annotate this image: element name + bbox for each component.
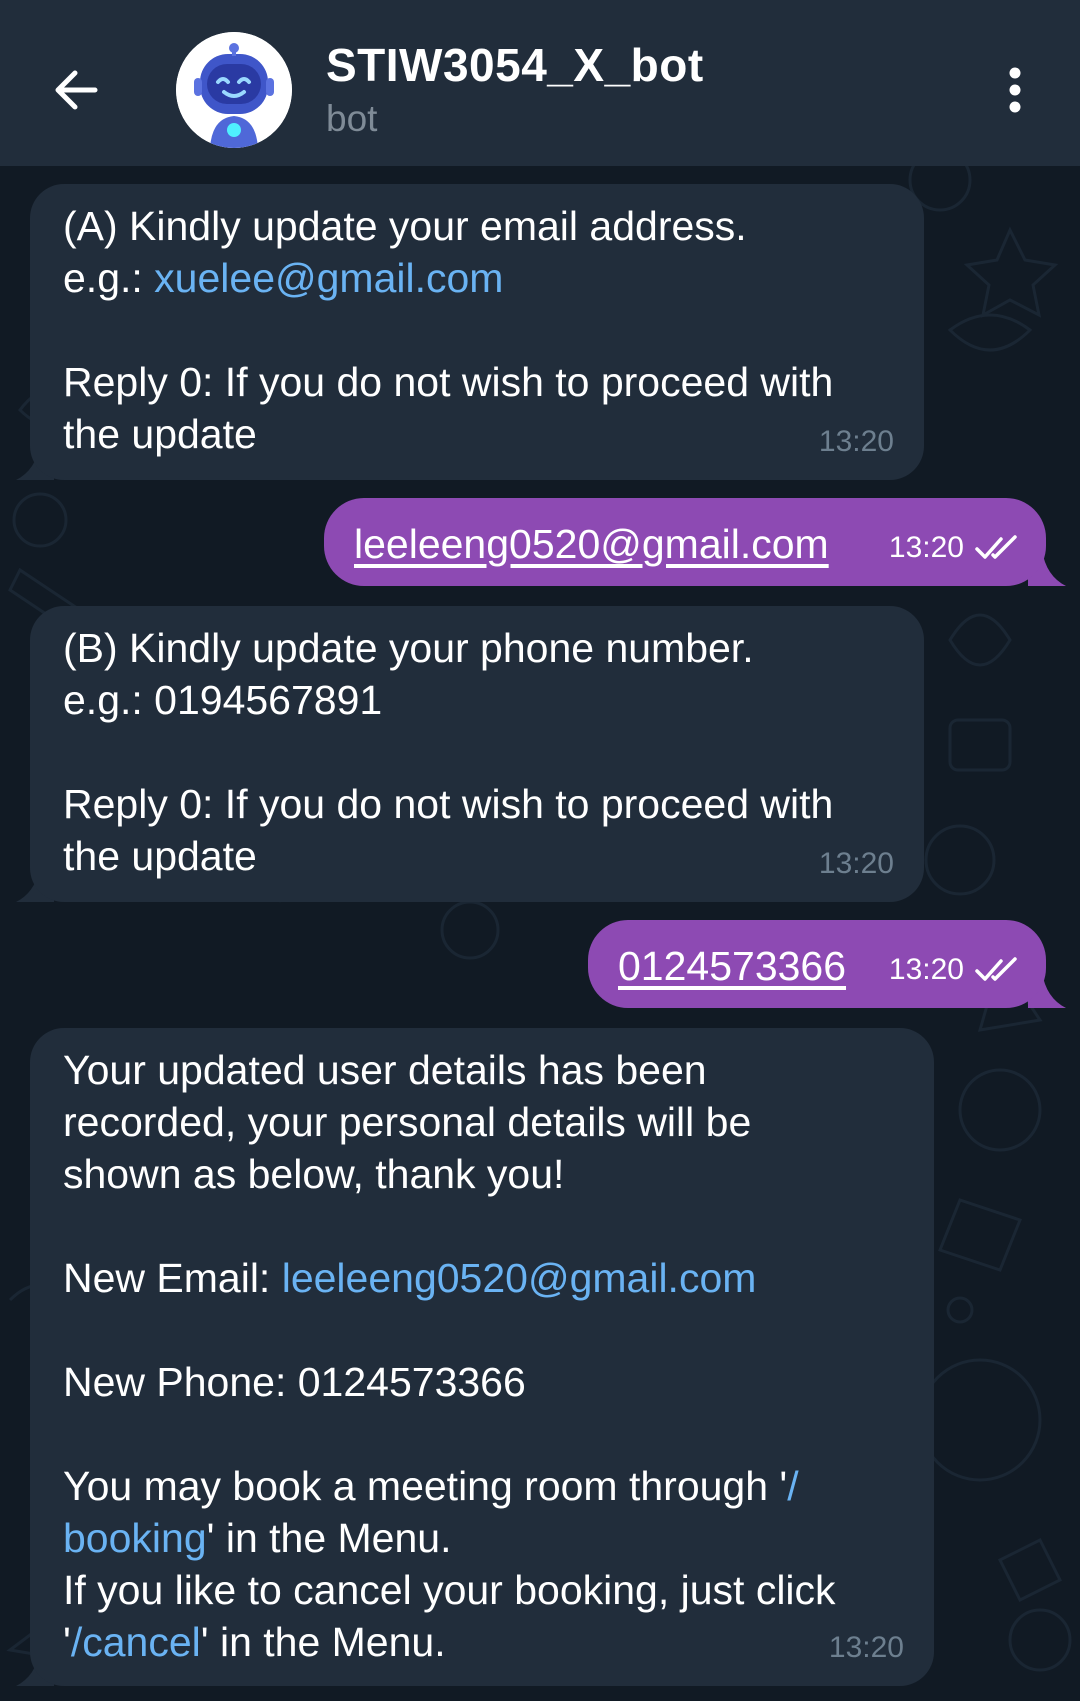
message-meta: 13:20 [889,944,1020,996]
message-text: New Email: [63,1255,282,1301]
message-text: (A) Kindly update your email address. [63,203,747,249]
message-timestamp: 13:20 [888,531,964,564]
message-spacer [63,304,894,356]
message-text: e.g.: 0194567891 [63,677,383,723]
message-text: You may book a meeting room through '/ [63,1460,904,1512]
cancel-command-link[interactable]: /cancel [71,1619,201,1665]
avatar[interactable] [176,32,292,148]
message-text: (B) Kindly update your phone number. [63,625,754,671]
message-timestamp: 13:20 [818,847,894,880]
robot-avatar-icon [176,32,292,148]
message-text: Reply 0: If you do not wish to proceed w… [63,359,834,405]
message-bubble-incoming[interactable]: (A) Kindly update your email address. e.… [30,184,924,480]
message-bubble-outgoing[interactable]: 0124573366 13:20 [588,920,1046,1008]
message-spacer [63,1304,904,1356]
message-spacer [63,726,894,778]
message-text: You may book a meeting room through ' [63,1463,788,1509]
message-bubble-incoming[interactable]: (B) Kindly update your phone number. e.g… [30,606,924,902]
arrow-left-icon [55,70,98,110]
message-text: shown as below, thank you! [63,1151,565,1197]
email-link[interactable]: xuelee@gmail.com [154,255,503,301]
message-text: booking' in the Menu. [63,1512,904,1564]
message-text: Reply 0: If you do not wish to proceed w… [63,781,834,827]
back-button[interactable] [40,54,112,126]
message-text: ' in the Menu. [200,1619,446,1665]
message-bubble-incoming[interactable]: Your updated user details has been recor… [30,1028,934,1686]
message-text: e.g.: xuelee@gmail.com [63,252,894,304]
booking-command-link[interactable]: / [787,1463,798,1509]
message-text: the update [63,411,257,457]
message-timestamp: 13:20 [888,953,964,986]
message-text: recorded, your personal details will be [63,1099,752,1145]
email-link[interactable]: leeleeng0520@gmail.com [282,1255,757,1301]
message-text: e.g.: [63,255,155,301]
booking-command-link[interactable]: booking [63,1515,207,1561]
double-check-icon [975,535,1017,559]
message-text: If you like to cancel your booking, just… [63,1567,836,1613]
message-bubble-outgoing[interactable]: leeleeng0520@gmail.com 13:20 [324,498,1046,586]
chat-title: STIW3054_X_bot [326,39,704,91]
double-check-icon [975,957,1017,981]
message-spacer [63,1200,904,1252]
more-menu-button[interactable] [990,60,1040,120]
message-timestamp: 13:20 [828,1631,904,1664]
message-text: Your updated user details has been [63,1047,707,1093]
message-spacer [63,1408,904,1460]
message-text: New Email: leeleeng0520@gmail.com [63,1252,904,1304]
chat-header: STIW3054_X_bot bot [0,0,1080,166]
message-text: ' [63,1619,71,1665]
chat-subtitle: bot [326,98,378,139]
message-timestamp: 13:20 [818,425,894,458]
message-meta: 13:20 [889,522,1020,574]
message-text: New Phone: 0124573366 [63,1359,526,1405]
message-text: '/cancel' in the Menu. [63,1616,904,1668]
message-text: ' in the Menu. [206,1515,452,1561]
message-text: the update [63,833,257,879]
more-vertical-icon [1009,67,1021,113]
